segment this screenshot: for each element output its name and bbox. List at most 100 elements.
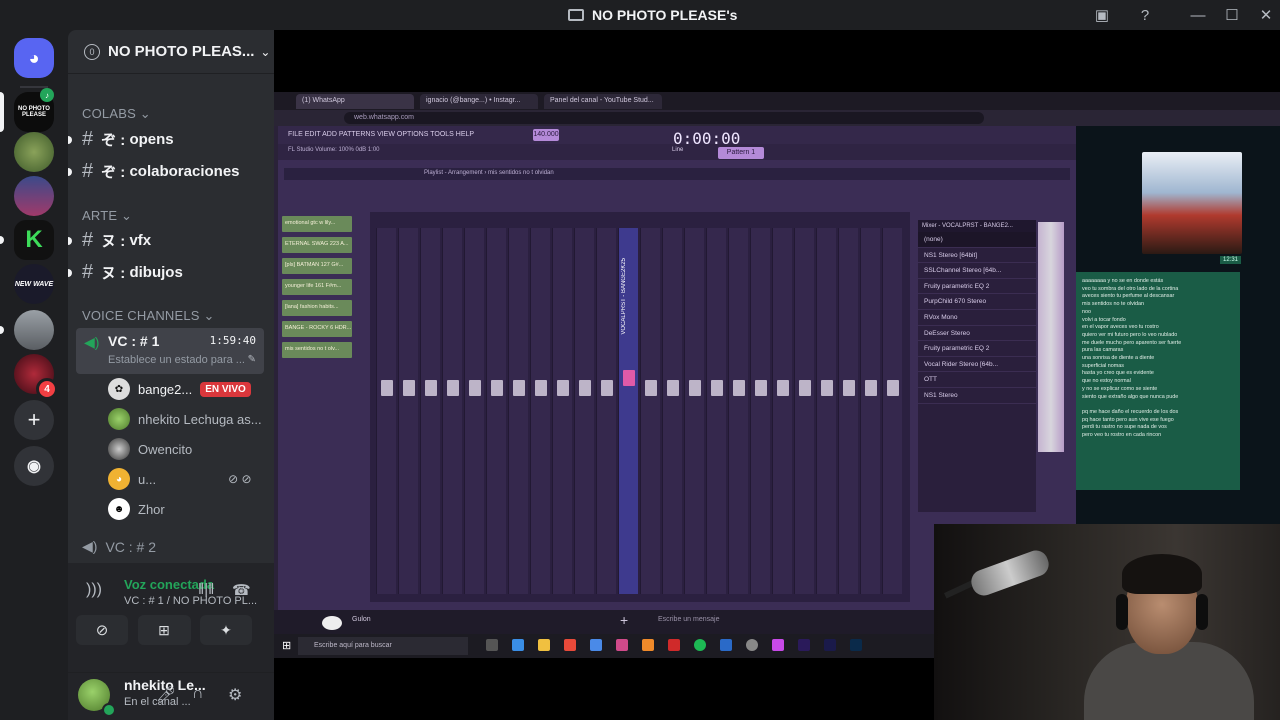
mixer-track[interactable] (508, 228, 528, 594)
fx-slot[interactable]: NS1 Stereo [64bit] (918, 248, 1036, 264)
volume-fader[interactable] (381, 380, 393, 396)
mixer-track[interactable] (442, 228, 462, 594)
server-k-logo[interactable]: K (14, 220, 54, 260)
steam-icon[interactable] (720, 639, 732, 651)
volume-fader[interactable] (821, 380, 833, 396)
status-input[interactable]: Establece un estado para ... (108, 354, 245, 366)
game-controller-icon[interactable]: ⊞ (138, 615, 190, 645)
inbox-icon[interactable]: ▣ (1090, 4, 1114, 26)
mixer-track[interactable] (882, 228, 902, 594)
volume-fader[interactable] (601, 380, 613, 396)
headphones-icon[interactable]: ∩ (192, 685, 204, 703)
spotify-icon[interactable] (694, 639, 706, 651)
volume-fader[interactable] (535, 380, 547, 396)
playlist-track[interactable]: emotional gtc w lily... (282, 216, 352, 232)
category-arte[interactable]: ARTE ⌄ (82, 208, 132, 224)
minimize-button[interactable]: — (1186, 4, 1210, 26)
volume-fader[interactable] (491, 380, 503, 396)
voice-member[interactable]: ◕ u... ⊘ ⊘ (108, 468, 252, 490)
fx-slot[interactable]: Fruity parametric EQ 2 (918, 279, 1036, 295)
tab-instagram[interactable]: ignacio (@bange...) • Instagr... (420, 94, 538, 109)
url-field[interactable]: web.whatsapp.com (344, 112, 984, 124)
premiere-icon[interactable] (798, 639, 810, 651)
volume-fader[interactable] (513, 380, 525, 396)
channel-colaboraciones[interactable]: # ぞ : colaboraciones (68, 160, 240, 183)
help-icon[interactable]: ? (1133, 4, 1157, 26)
volume-fader[interactable] (645, 380, 657, 396)
mixer-track[interactable] (684, 228, 704, 594)
mixer-track[interactable] (640, 228, 660, 594)
mixer-track[interactable] (860, 228, 880, 594)
mixer-track[interactable] (552, 228, 572, 594)
category-colabs[interactable]: COLABS ⌄ (82, 106, 151, 122)
app-icon[interactable] (668, 639, 680, 651)
pencil-icon[interactable]: ✎ (248, 354, 256, 365)
mixer-track[interactable] (772, 228, 792, 594)
voice-member[interactable]: ☻ Zhor (108, 498, 165, 520)
server-green-avatar[interactable] (14, 132, 54, 172)
mixer-track[interactable] (420, 228, 440, 594)
tab-whatsapp[interactable]: (1) WhatsApp (296, 94, 414, 109)
fx-slot[interactable]: RVox Mono (918, 310, 1036, 326)
fx-slot[interactable]: SSLChannel Stereo [64b... (918, 263, 1036, 279)
mixer-track[interactable] (728, 228, 748, 594)
pattern-selector[interactable]: Pattern 1 (718, 147, 764, 159)
volume-fader[interactable] (843, 380, 855, 396)
signal-icon[interactable]: ))) (86, 581, 102, 599)
photoshop-icon[interactable] (850, 639, 862, 651)
bpm-display[interactable]: 140.000 (533, 129, 559, 141)
gear-icon[interactable]: ⚙ (228, 685, 242, 705)
fx-slot[interactable]: Fruity parametric EQ 2 (918, 341, 1036, 357)
mixer-track[interactable] (838, 228, 858, 594)
mixer-track[interactable] (486, 228, 506, 594)
category-voice-channels[interactable]: VOICE CHANNELS ⌄ (82, 308, 215, 324)
after-effects-icon[interactable] (824, 639, 836, 651)
fx-slot[interactable]: DeEsser Stereo (918, 326, 1036, 342)
disconnect-icon[interactable]: ☎ (232, 581, 251, 599)
fx-slot[interactable]: (none) (918, 232, 1036, 248)
volume-fader[interactable] (667, 380, 679, 396)
app-icon[interactable] (746, 639, 758, 651)
mixer-track[interactable] (574, 228, 594, 594)
volume-fader[interactable] (579, 380, 591, 396)
playlist-track[interactable]: ETERNAL SWAG 223 A... (282, 237, 352, 253)
chrome-icon[interactable] (564, 639, 576, 651)
folder-icon[interactable] (538, 639, 550, 651)
voice-member[interactable]: ✿ bange2... EN VIVO (108, 378, 251, 400)
voice-channel-vc2[interactable]: ◀) VC : # 2 (82, 538, 156, 555)
taskbar-search[interactable]: Escribe aquí para buscar (298, 637, 468, 655)
mixer-track[interactable] (464, 228, 484, 594)
server-night-sky[interactable] (14, 176, 54, 216)
windows-start-icon[interactable]: ⊞ (282, 639, 291, 652)
volume-fader[interactable] (887, 380, 899, 396)
app-icon[interactable] (616, 639, 628, 651)
add-server-icon[interactable]: + (14, 400, 54, 440)
noise-suppression-icon[interactable]: ‖|‖ (198, 581, 214, 598)
volume-fader[interactable] (623, 370, 635, 386)
playlist-track[interactable]: [pls] BATMAN 127 G#... (282, 258, 352, 274)
fx-slot[interactable]: PurpChild 670 Stereo (918, 294, 1036, 310)
volume-fader[interactable] (777, 380, 789, 396)
mixer-track[interactable] (794, 228, 814, 594)
playlist-track[interactable]: BANGE - ROCKY 6 HDR... (282, 321, 352, 337)
tab-youtube-studio[interactable]: Panel del canal - YouTube Stud... (544, 94, 662, 109)
volume-fader[interactable] (755, 380, 767, 396)
microphone-icon[interactable]: 🎤︎ (156, 685, 176, 705)
volume-fader[interactable] (469, 380, 481, 396)
playlist-track[interactable]: younger life 161 F#m... (282, 279, 352, 295)
edge-icon[interactable] (512, 639, 524, 651)
voice-member[interactable]: Owencito (108, 438, 192, 460)
explore-icon[interactable]: ◉ (14, 446, 54, 486)
server-header[interactable]: 0 NO PHOTO PLEAS... ⌄ (68, 30, 274, 74)
fx-slot[interactable]: OTT (918, 372, 1036, 388)
app-icon[interactable] (772, 639, 784, 651)
channel-vfx[interactable]: # ヌ : vfx (68, 229, 151, 252)
playlist-track[interactable]: [lana] fashion habits... (282, 300, 352, 316)
server-gray[interactable] (14, 310, 54, 350)
voice-channel-vc1[interactable]: ◀) VC : # 1 1:59:40 Establece un estado … (76, 328, 264, 374)
mixer-track[interactable] (596, 228, 616, 594)
volume-fader[interactable] (689, 380, 701, 396)
message-input[interactable]: Escribe un mensaje (658, 616, 719, 623)
mixer-track[interactable] (816, 228, 836, 594)
volume-fader[interactable] (557, 380, 569, 396)
